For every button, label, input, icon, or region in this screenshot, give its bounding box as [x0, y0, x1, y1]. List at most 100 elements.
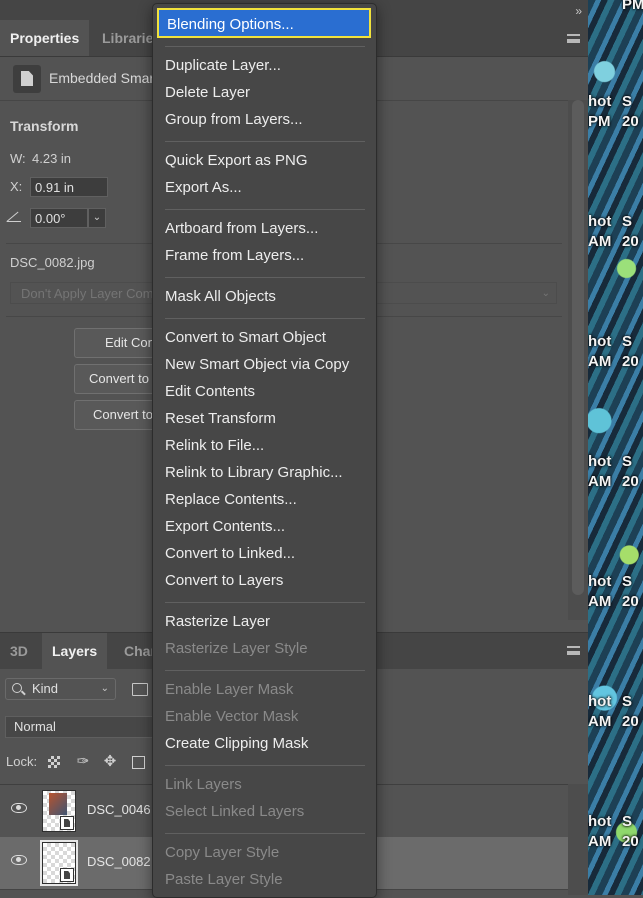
menu-separator: [165, 209, 365, 210]
menu-item-edit-contents[interactable]: Edit Contents: [165, 383, 365, 400]
lock-position-move-icon[interactable]: ✥: [102, 754, 118, 770]
menu-item-rasterize-layer-style: Rasterize Layer Style: [165, 640, 308, 657]
menu-item-frame-from-layers[interactable]: Frame from Layers...: [165, 247, 365, 264]
properties-panel-menu-icon[interactable]: [567, 34, 580, 43]
canvas-overlay-text: hot: [588, 213, 612, 230]
menu-separator: [165, 602, 365, 603]
filter-kind-select[interactable]: Kind ⌄: [5, 678, 116, 700]
canvas-overlay-text: S: [622, 813, 633, 830]
canvas-overlay-text: S: [622, 573, 633, 590]
menu-separator: [165, 765, 365, 766]
menu-item-mask-all-objects[interactable]: Mask All Objects: [165, 288, 365, 305]
smart-object-badge-icon: [60, 816, 74, 830]
canvas-overlay-text: S: [622, 453, 633, 470]
canvas-overlay-text: PM: [588, 113, 611, 130]
canvas-overlay-text: AM: [588, 593, 612, 610]
menu-item-enable-layer-mask: Enable Layer Mask: [165, 681, 294, 698]
canvas-overlay-text: S: [622, 693, 633, 710]
chevron-down-icon: ⌄: [100, 683, 109, 694]
canvas-overlay-text: AM: [588, 833, 612, 850]
x-position-field[interactable]: 0.91 in: [30, 177, 108, 197]
menu-item-convert-to-smart-object[interactable]: Convert to Smart Object: [165, 329, 365, 346]
canvas-overlay-text: hot: [588, 453, 612, 470]
menu-item-quick-export-as-png[interactable]: Quick Export as PNG: [165, 152, 365, 169]
canvas-overlay-text: hot: [588, 93, 612, 110]
layers-panel-menu-icon[interactable]: [567, 646, 580, 655]
lock-image-pixels-brush-icon[interactable]: ✑: [75, 754, 91, 770]
smart-object-icon: [13, 65, 41, 93]
menu-separator: [165, 141, 365, 142]
angle-field[interactable]: 0.00°: [30, 208, 88, 228]
document-canvas[interactable]: PM hot S PM 20 hot S AM 20 hot S AM 20 h…: [588, 0, 643, 895]
canvas-overlay-text: 20: [622, 473, 639, 490]
menu-item-create-clipping-mask[interactable]: Create Clipping Mask: [165, 735, 365, 752]
menu-item-relink-to-file[interactable]: Relink to File...: [165, 437, 365, 454]
menu-separator: [165, 670, 365, 671]
width-value[interactable]: 4.23 in: [32, 151, 71, 166]
menu-item-convert-to-linked[interactable]: Convert to Linked...: [165, 545, 365, 562]
menu-item-blending-options[interactable]: Blending Options...: [157, 8, 371, 38]
menu-item-export-contents[interactable]: Export Contents...: [165, 518, 365, 535]
lock-label: Lock:: [6, 754, 38, 769]
tab-properties[interactable]: Properties: [0, 20, 90, 56]
canvas-overlay-text: PM: [622, 0, 643, 13]
menu-item-group-from-layers[interactable]: Group from Layers...: [165, 111, 365, 128]
menu-item-relink-to-library-graphic[interactable]: Relink to Library Graphic...: [165, 464, 365, 481]
menu-item-rasterize-layer[interactable]: Rasterize Layer: [165, 613, 365, 630]
canvas-overlay-text: AM: [588, 233, 612, 250]
canvas-overlay-text: S: [622, 93, 633, 110]
layer-comp-value: Don't Apply Layer Comp: [21, 286, 161, 301]
canvas-overlay-text: 20: [622, 353, 639, 370]
canvas-overlay-text: hot: [588, 813, 612, 830]
canvas-overlay-text: 20: [622, 233, 639, 250]
blend-mode-select[interactable]: Normal: [5, 716, 165, 738]
canvas-overlay-text: hot: [588, 333, 612, 350]
collapse-panels-icon[interactable]: »: [575, 4, 582, 18]
pixel-layer-filter-icon[interactable]: [132, 683, 148, 696]
menu-item-convert-to-layers[interactable]: Convert to Layers: [165, 572, 365, 589]
canvas-overlay-text: S: [622, 333, 633, 350]
lock-transparent-pixels-icon[interactable]: [48, 756, 60, 768]
canvas-overlay-text: 20: [622, 593, 639, 610]
tab-layers[interactable]: Layers: [42, 633, 108, 669]
menu-item-duplicate-layer[interactable]: Duplicate Layer...: [165, 57, 365, 74]
chevron-down-icon: ⌄: [541, 288, 550, 299]
layer-thumbnail: [42, 790, 76, 832]
search-icon: [12, 683, 22, 693]
canvas-overlay-text: AM: [588, 473, 612, 490]
angle-dropdown-chevron-icon[interactable]: ⌄: [88, 208, 106, 228]
canvas-overlay-text: AM: [588, 353, 612, 370]
scrollbar-thumb[interactable]: [572, 100, 584, 595]
angle-icon: [7, 210, 21, 222]
menu-item-reset-transform[interactable]: Reset Transform: [165, 410, 365, 427]
width-label: W:: [10, 151, 26, 166]
thumbnail-image: [49, 793, 67, 815]
linked-filename: DSC_0082.jpg: [10, 255, 95, 270]
menu-item-delete-layer[interactable]: Delete Layer: [165, 84, 365, 101]
canvas-overlay-text: hot: [588, 693, 612, 710]
menu-item-artboard-from-layers[interactable]: Artboard from Layers...: [165, 220, 365, 237]
layer-name[interactable]: DSC_0082: [87, 854, 151, 869]
menu-item-replace-contents[interactable]: Replace Contents...: [165, 491, 365, 508]
menu-item-link-layers: Link Layers: [165, 776, 242, 793]
menu-item-new-smart-object-via-copy[interactable]: New Smart Object via Copy: [165, 356, 365, 373]
lock-artboard-icon[interactable]: [132, 756, 145, 769]
smart-object-badge-icon: [60, 868, 74, 882]
properties-scrollbar[interactable]: [568, 100, 588, 620]
menu-item-select-linked-layers: Select Linked Layers: [165, 803, 305, 820]
menu-separator: [165, 46, 365, 47]
canvas-overlay-text: hot: [588, 573, 612, 590]
visibility-eye-icon[interactable]: [11, 803, 27, 813]
x-label: X:: [10, 179, 23, 194]
menu-item-paste-layer-style: Paste Layer Style: [165, 871, 283, 888]
canvas-overlay-text: 20: [622, 833, 639, 850]
filter-kind-value: Kind: [32, 681, 59, 696]
layer-thumbnail: [40, 840, 78, 886]
menu-item-export-as[interactable]: Export As...: [165, 179, 365, 196]
menu-separator: [165, 318, 365, 319]
tab-3d[interactable]: 3D: [0, 633, 38, 669]
layers-scrollbar[interactable]: [568, 784, 588, 895]
layer-name[interactable]: DSC_0046: [87, 802, 151, 817]
visibility-eye-icon[interactable]: [11, 855, 27, 865]
menu-separator: [165, 833, 365, 834]
